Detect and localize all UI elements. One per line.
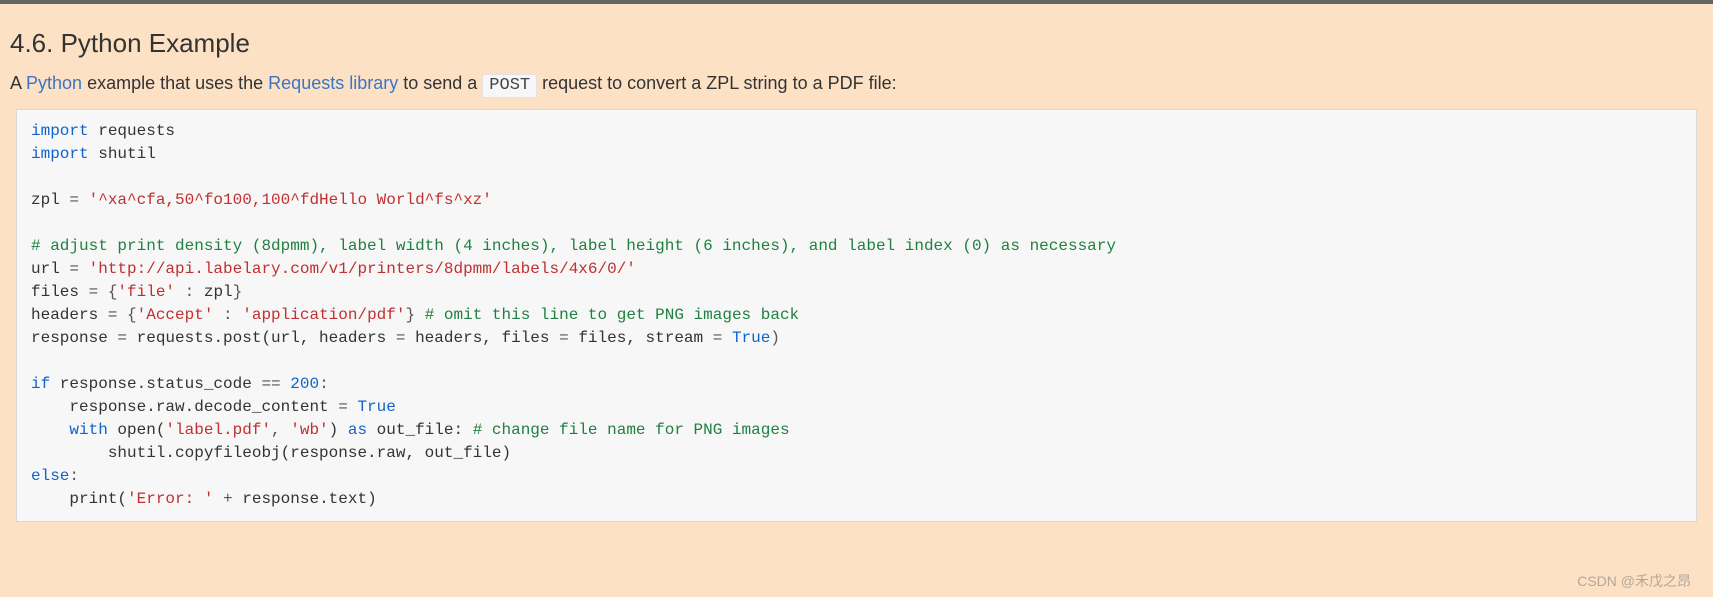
code-indent (31, 398, 69, 416)
code-indent (31, 444, 108, 462)
code-token: = (108, 306, 127, 324)
code-token: ) (770, 329, 780, 347)
code-token: shutil.copyfileobj(response.raw, out_fil… (108, 444, 511, 462)
watermark-text: CSDN @禾戊之昂 (1577, 571, 1691, 591)
code-comment: # change file name for PNG images (473, 421, 790, 439)
code-token: open( (108, 421, 166, 439)
python-code-block: import requests import shutil zpl = '^xa… (16, 109, 1697, 522)
code-token: 'http://api.labelary.com/v1/printers/8dp… (89, 260, 636, 278)
code-token: import (31, 122, 89, 140)
code-token: True (357, 398, 395, 416)
code-token: ) (329, 421, 348, 439)
code-token: True (732, 329, 770, 347)
code-token: import (31, 145, 89, 163)
python-link[interactable]: Python (26, 73, 82, 93)
code-token: headers (31, 306, 108, 324)
code-token: 'label.pdf' (165, 421, 271, 439)
code-token: = (559, 329, 578, 347)
code-token: files, stream (578, 329, 712, 347)
code-token: if (31, 375, 50, 393)
code-token: as (348, 421, 367, 439)
code-token: '^xa^cfa,50^fo100,100^fdHello World^fs^x… (89, 191, 492, 209)
code-token: 'wb' (290, 421, 328, 439)
requests-library-link[interactable]: Requests library (268, 73, 398, 93)
code-token: out_file: (367, 421, 473, 439)
code-token: 200 (290, 375, 319, 393)
code-token: print( (69, 490, 127, 508)
code-token: response.text) (242, 490, 376, 508)
code-token: 'Accept' (137, 306, 214, 324)
code-token: response.raw.decode_content (69, 398, 338, 416)
code-comment: # adjust print density (8dpmm), label wi… (31, 237, 1116, 255)
section-heading: 4.6. Python Example (10, 28, 1703, 59)
document-page: 4.6. Python Example A Python example tha… (0, 4, 1713, 532)
code-token: { (108, 283, 118, 301)
code-token: == (261, 375, 290, 393)
code-token: : (213, 306, 242, 324)
code-token: with (69, 421, 107, 439)
intro-text-3: to send a (398, 73, 482, 93)
code-token: else (31, 467, 69, 485)
code-indent (31, 421, 69, 439)
code-comment: # omit this line to get PNG images back (425, 306, 799, 324)
code-token: response (31, 329, 117, 347)
code-token: = (89, 283, 108, 301)
code-token: zpl (204, 283, 233, 301)
code-token: requests.post(url, headers (137, 329, 396, 347)
code-token: = (69, 191, 88, 209)
code-token: } (405, 306, 424, 324)
code-token: = (713, 329, 732, 347)
code-token: requests (89, 122, 175, 140)
code-token: 'application/pdf' (242, 306, 405, 324)
code-token: = (117, 329, 136, 347)
code-token: response.status_code (50, 375, 261, 393)
code-token: = (338, 398, 357, 416)
code-token: zpl (31, 191, 69, 209)
intro-text-4: request to convert a ZPL string to a PDF… (537, 73, 897, 93)
code-token: shutil (89, 145, 156, 163)
code-token: : (319, 375, 329, 393)
code-token: + (213, 490, 242, 508)
intro-text-1: A (10, 73, 26, 93)
code-indent (31, 490, 69, 508)
code-token: url (31, 260, 69, 278)
code-token: headers, files (415, 329, 559, 347)
code-token: 'file' (117, 283, 175, 301)
post-inline-code: POST (482, 74, 537, 98)
code-token: 'Error: ' (127, 490, 213, 508)
code-token: : (69, 467, 79, 485)
code-token: , (271, 421, 290, 439)
intro-paragraph: A Python example that uses the Requests … (10, 73, 1703, 95)
code-token: { (127, 306, 137, 324)
code-token: = (69, 260, 88, 278)
code-token: : (175, 283, 204, 301)
code-token: } (233, 283, 243, 301)
code-token: files (31, 283, 89, 301)
intro-text-2: example that uses the (82, 73, 268, 93)
code-token: = (396, 329, 415, 347)
